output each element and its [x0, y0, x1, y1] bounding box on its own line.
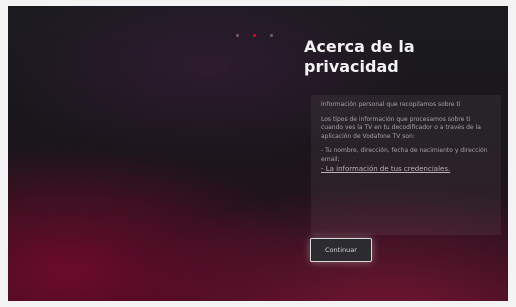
continue-button[interactable]: Continuar [310, 238, 372, 262]
page-title: Acerca de la privacidad [304, 37, 415, 76]
privacy-info-panel[interactable]: Información personal que recopilamos sob… [311, 95, 501, 235]
pagination-dot-active [253, 34, 256, 37]
pagination-dot [236, 34, 239, 37]
privacy-screen: Acerca de la privacidad Información pers… [8, 6, 508, 301]
pagination-dot [270, 34, 273, 37]
info-body: Los tipos de información que procesamos … [321, 115, 481, 140]
info-intro: Información personal que recopilamos sob… [321, 101, 461, 108]
pagination-indicator [236, 34, 273, 37]
info-item-link[interactable]: - La información de tus credenciales. [321, 165, 491, 174]
info-item: - Tu nombre, dirección, fecha de nacimie… [321, 147, 488, 163]
